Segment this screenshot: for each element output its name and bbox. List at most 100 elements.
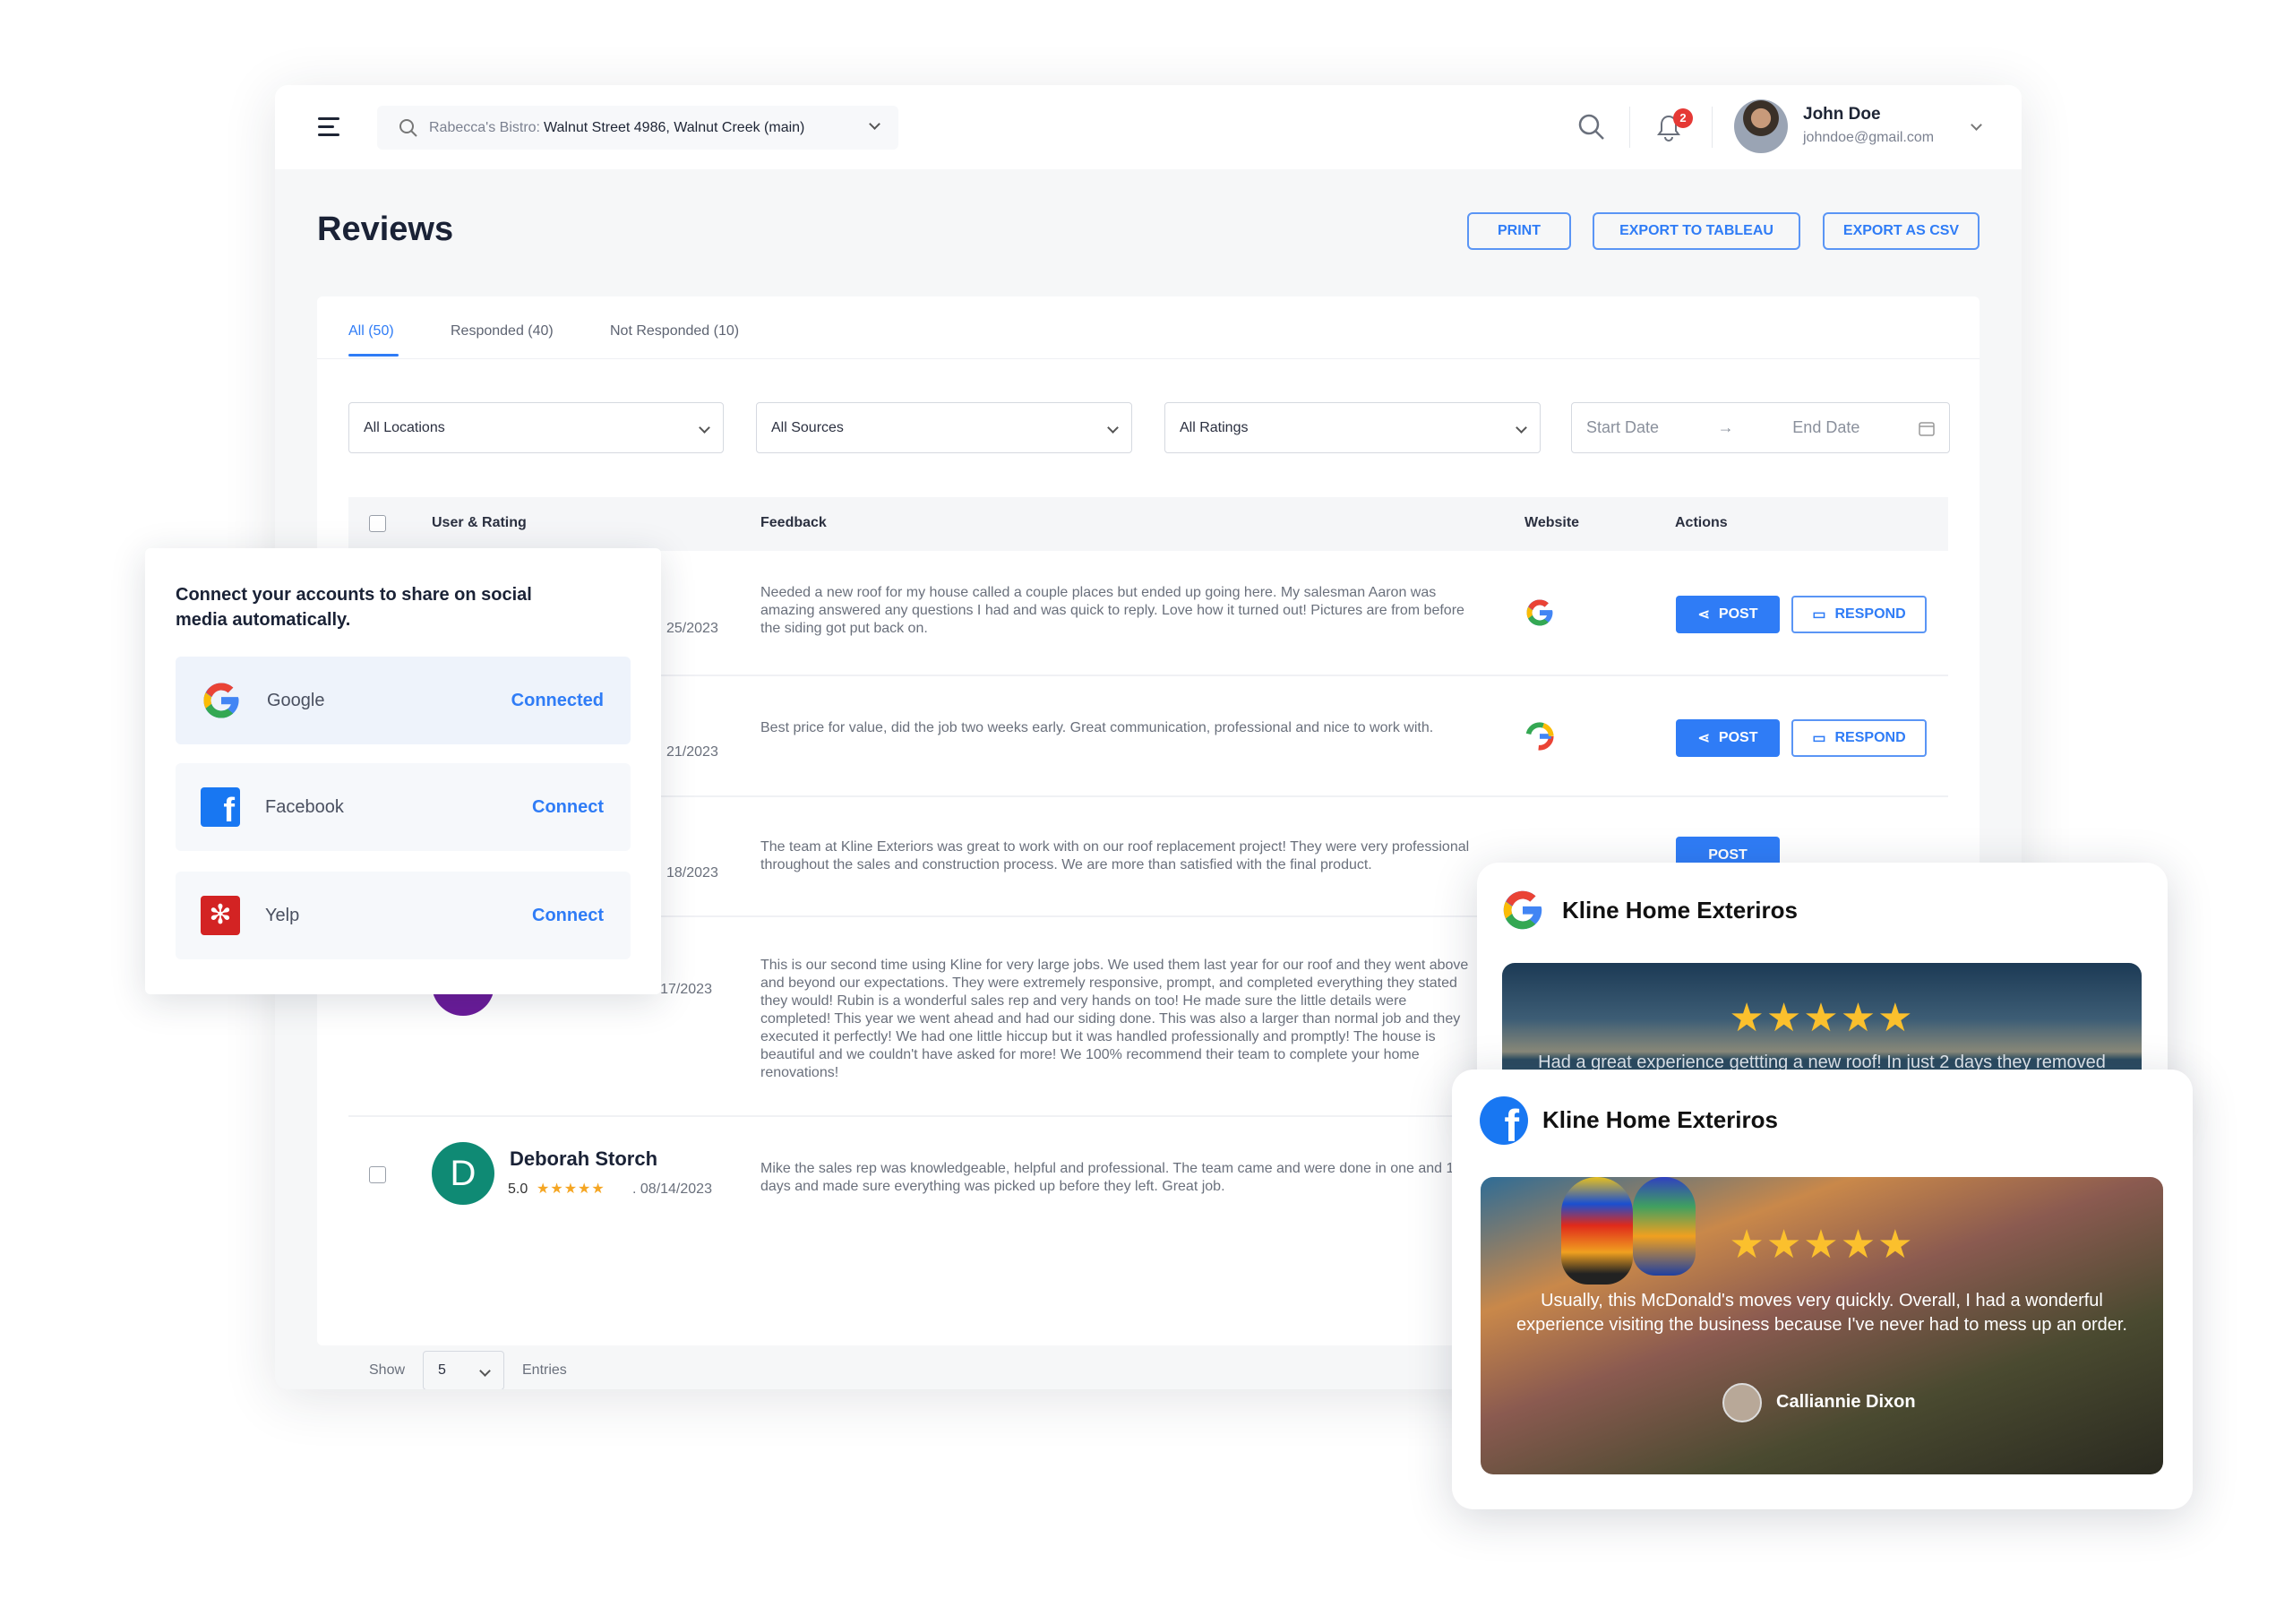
rating-stars: ★★★★★: [537, 1181, 605, 1197]
chevron-down-icon: [1107, 422, 1119, 434]
google-connected-status[interactable]: Connected: [511, 691, 604, 711]
post-button[interactable]: ⋖ POST: [1676, 596, 1780, 633]
reviewer-name: Calliannie Dixon: [1776, 1392, 1916, 1412]
source-filter[interactable]: All Sources: [756, 402, 1132, 453]
user-name: John Doe: [1803, 105, 1881, 124]
user-name: Deborah Storch: [510, 1147, 658, 1170]
chat-icon: ▭: [1812, 607, 1826, 623]
review-date: . 08/14/2023: [632, 1181, 712, 1197]
start-date-input[interactable]: Start Date: [1586, 418, 1659, 437]
divider: [1712, 107, 1713, 148]
col-website: Website: [1524, 515, 1580, 530]
end-date-input[interactable]: End Date: [1792, 418, 1859, 437]
rating-filter-value: All Ratings: [1180, 419, 1249, 435]
col-feedback: Feedback: [760, 515, 827, 530]
location-prefix: Rabecca's Bistro:: [429, 119, 540, 135]
entries-label: Entries: [522, 1362, 567, 1378]
source-filter-value: All Sources: [771, 419, 844, 435]
rating-stars: ★★★★★: [1729, 996, 1915, 1040]
review-date: 21/2023: [666, 744, 718, 760]
rating-stars: ★★★★★: [1729, 1223, 1915, 1267]
chevron-down-icon: [869, 118, 880, 130]
post-button[interactable]: ⋖ POST: [1676, 719, 1780, 757]
chevron-down-icon[interactable]: [1971, 119, 1982, 131]
active-tab-indicator: [348, 354, 399, 357]
row-checkbox[interactable]: [369, 1166, 386, 1183]
user-avatar[interactable]: [1734, 99, 1788, 153]
table-header: User & Rating Feedback Website Actions: [348, 497, 1948, 551]
user-email: johndoe@gmail.com: [1803, 130, 1935, 145]
share-icon: ⋖: [1697, 731, 1710, 746]
col-actions: Actions: [1675, 515, 1728, 530]
page-title: Reviews: [317, 211, 454, 248]
tab-all[interactable]: All (50): [348, 323, 394, 339]
entries-value: 5: [438, 1362, 446, 1378]
tab-not-responded[interactable]: Not Responded (10): [610, 323, 739, 339]
entries-select[interactable]: 5: [423, 1351, 504, 1389]
review-image: ★★★★★ Usually, this McDonald's moves ver…: [1481, 1177, 2163, 1474]
location-value: Walnut Street 4986, Walnut Creek (main): [544, 119, 805, 135]
google-icon: [1503, 890, 1542, 930]
yelp-account-item: ✻ Yelp Connect: [176, 872, 631, 959]
select-all-checkbox[interactable]: [369, 515, 386, 532]
review-date: 18/2023: [666, 865, 718, 881]
facebook-icon: f: [201, 787, 240, 827]
feedback-text: Best price for value, did the job two we…: [760, 720, 1434, 735]
respond-button[interactable]: ▭ RESPOND: [1791, 596, 1927, 633]
share-icon: ⋖: [1697, 607, 1710, 623]
business-name: Kline Home Exteriros: [1562, 897, 1798, 924]
account-name: Google: [267, 690, 325, 710]
show-label: Show: [369, 1362, 406, 1378]
connect-accounts-popup: Connect your accounts to share on social…: [145, 548, 661, 994]
rating-value: 5.0: [508, 1181, 528, 1197]
divider: [317, 358, 1980, 359]
rating-filter[interactable]: All Ratings: [1164, 402, 1541, 453]
location-filter[interactable]: All Locations: [348, 402, 724, 453]
post-label: POST: [1708, 847, 1748, 863]
chat-icon: ▭: [1812, 731, 1826, 746]
calendar-icon[interactable]: [1919, 420, 1935, 436]
print-button[interactable]: PRINT: [1467, 212, 1571, 250]
facebook-connect-button[interactable]: Connect: [532, 797, 604, 818]
location-select[interactable]: Rabecca's Bistro: Walnut Street 4986, Wa…: [377, 106, 898, 150]
reviewer-avatar: [1722, 1383, 1762, 1422]
top-bar: Rabecca's Bistro: Walnut Street 4986, Wa…: [275, 85, 2022, 169]
respond-label: RESPOND: [1834, 606, 1906, 622]
popup-title: Connect your accounts to share on social…: [176, 585, 532, 630]
google-icon: [1526, 599, 1553, 626]
google-icon: [1525, 722, 1554, 751]
post-label: POST: [1718, 606, 1758, 622]
arrow-right-icon: →: [1717, 418, 1734, 436]
menu-icon[interactable]: [318, 117, 339, 142]
account-name: Yelp: [265, 905, 300, 925]
post-label: POST: [1718, 730, 1758, 745]
review-date: 25/2023: [666, 621, 718, 636]
export-tableau-button[interactable]: EXPORT TO TABLEAU: [1593, 212, 1800, 250]
export-csv-button[interactable]: EXPORT AS CSV: [1823, 212, 1980, 250]
respond-label: RESPOND: [1834, 730, 1906, 745]
yelp-connect-button[interactable]: Connect: [532, 906, 604, 926]
yelp-icon: ✻: [201, 896, 240, 935]
google-icon: [203, 683, 239, 718]
feedback-text: Needed a new roof for my house called a …: [760, 585, 1464, 636]
feedback-text: The team at Kline Exteriors was great to…: [760, 839, 1470, 872]
search-icon: [399, 119, 417, 137]
feedback-text: Mike the sales rep was knowledgeable, he…: [760, 1161, 1466, 1194]
date-range-picker[interactable]: Start Date → End Date: [1571, 402, 1950, 453]
business-name: Kline Home Exteriros: [1542, 1106, 1778, 1133]
chevron-down-icon: [699, 422, 710, 434]
feedback-text: This is our second time using Kline for …: [760, 958, 1469, 1080]
facebook-icon: f: [1480, 1096, 1528, 1145]
search-icon[interactable]: [1578, 114, 1605, 141]
tab-responded[interactable]: Responded (40): [451, 323, 554, 339]
review-text: Usually, this McDonald's moves very quic…: [1516, 1291, 2127, 1335]
user-avatar: D: [432, 1142, 494, 1205]
respond-button[interactable]: ▭ RESPOND: [1791, 719, 1927, 757]
chevron-down-icon: [1516, 422, 1527, 434]
location-filter-value: All Locations: [364, 419, 445, 435]
notification-badge: 2: [1673, 108, 1693, 128]
col-user: User & Rating: [432, 515, 527, 530]
facebook-account-item: f Facebook Connect: [176, 763, 631, 851]
divider: [1629, 107, 1630, 148]
account-name: Facebook: [265, 796, 344, 817]
